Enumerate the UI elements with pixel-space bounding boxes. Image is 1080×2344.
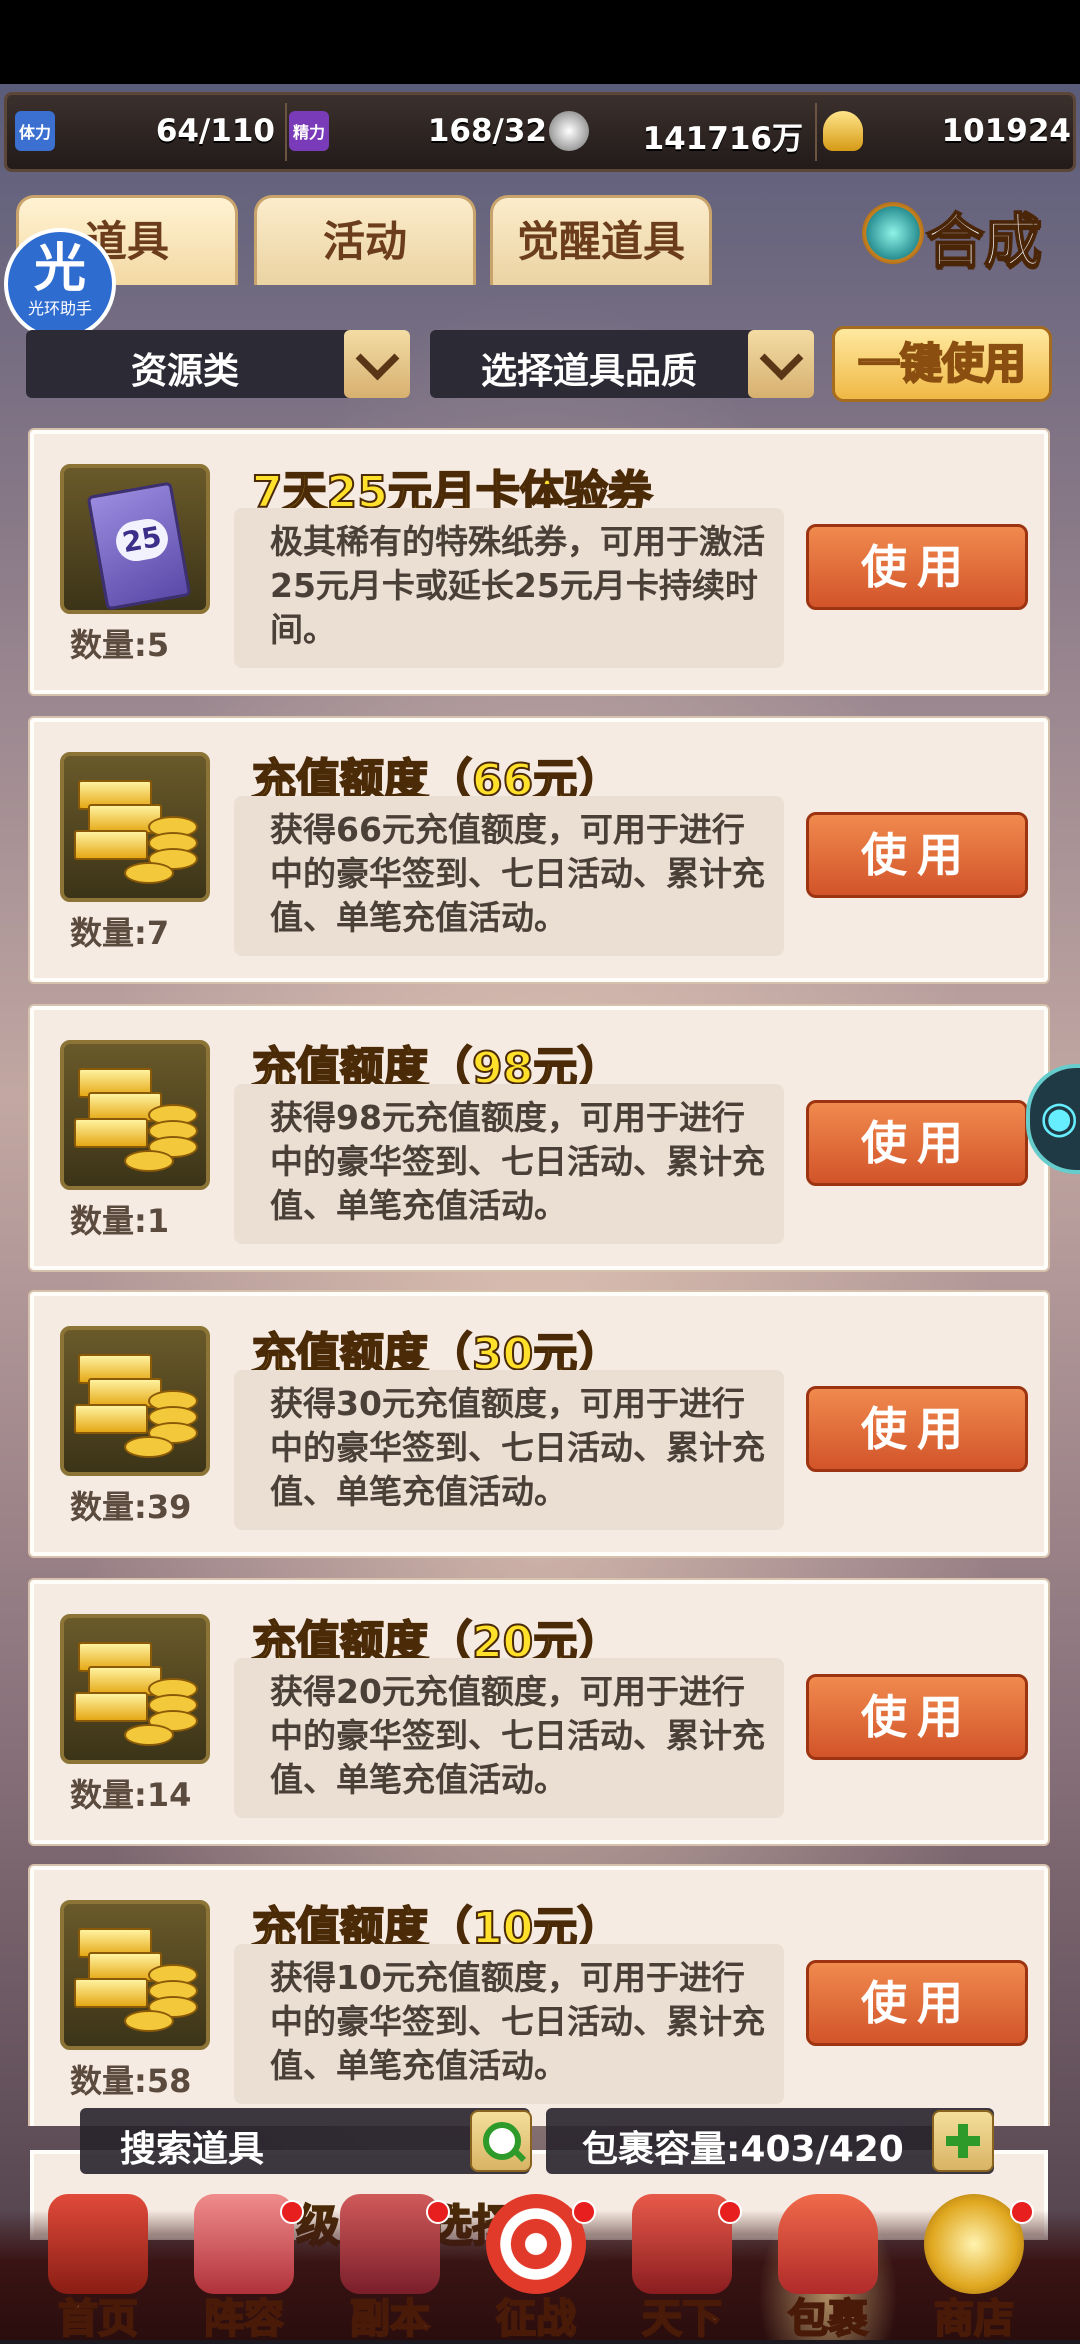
silver-coin-icon	[549, 111, 589, 151]
helper-char: 光	[33, 239, 86, 299]
item-quantity: 数量:1	[70, 1202, 170, 1240]
stamina-value: 64/110	[155, 113, 275, 149]
nav-label: 征战	[495, 2295, 577, 2343]
search-button[interactable]	[470, 2110, 532, 2172]
item-quantity: 数量:5	[70, 626, 170, 664]
item-description: 获得98元充值额度，可用于进行中的豪华签到、七日活动、累计充值、单笔充值活动。	[234, 1084, 784, 1244]
tab-awaken-items[interactable]: 觉醒道具	[490, 195, 712, 285]
helper-label: 光环助手	[27, 299, 92, 318]
nav-lineup[interactable]: 阵容	[174, 2194, 314, 2343]
nav-dungeon[interactable]: 副本	[320, 2194, 460, 2343]
nav-label: 包裹	[787, 2295, 869, 2343]
gold-bars-icon	[60, 752, 210, 902]
item-list[interactable]: 25 数量:5 7天25元月卡体验券 极其稀有的特殊纸券，可用于激活25元月卡或…	[0, 426, 1080, 2126]
item-description: 获得30元充值额度，可用于进行中的豪华签到、七日活动、累计充值、单笔充值活动。	[234, 1370, 784, 1530]
compose-label: 合成	[925, 206, 1043, 276]
stamina-icon: 体力	[15, 111, 55, 151]
nav-home[interactable]: 首页	[28, 2194, 168, 2343]
item-description: 获得20元充值额度，可用于进行中的豪华签到、七日活动、累计充值、单笔充值活动。	[234, 1658, 784, 1818]
resource-bar: 体力 64/110 精力 168/32 141716万 101924	[4, 92, 1076, 172]
search-input[interactable]: 搜索道具	[80, 2108, 530, 2174]
nav-shop[interactable]: 商店	[904, 2194, 1044, 2343]
category-dropdown[interactable]: 资源类	[26, 330, 410, 398]
quality-value: 选择道具品质	[480, 351, 697, 392]
energy-resource[interactable]: 精力 168/32	[289, 95, 547, 169]
gold-bars-icon	[60, 1040, 210, 1190]
use-button[interactable]: 使用	[806, 1960, 1028, 2046]
nav-label: 商店	[933, 2295, 1015, 2343]
target-icon	[486, 2194, 586, 2294]
list-item: 数量:58 充值额度（10元） 获得10元充值额度，可用于进行中的豪华签到、七日…	[30, 1866, 1048, 2126]
item-description: 获得66元充值额度，可用于进行中的豪华签到、七日活动、累计充值、单笔充值活动。	[234, 796, 784, 956]
compose-button[interactable]: 合成	[860, 190, 1060, 280]
coins-icon	[924, 2194, 1024, 2294]
assistant-icon: ◉	[1040, 1092, 1079, 1143]
nav-bag[interactable]: 包裹	[758, 2194, 898, 2343]
dungeon-icon	[340, 2194, 440, 2294]
chevron-down-icon	[748, 330, 814, 398]
status-bar	[0, 0, 1080, 84]
divider	[285, 103, 287, 161]
list-item: 数量:7 充值额度（66元） 获得66元充值额度，可用于进行中的豪华签到、七日活…	[30, 718, 1048, 982]
item-quantity: 数量:58	[70, 2062, 192, 2100]
item-quantity: 数量:7	[70, 914, 170, 952]
nav-world[interactable]: 天下	[612, 2194, 752, 2343]
card-ticket-icon: 25	[60, 464, 210, 614]
category-value: 资源类	[130, 351, 239, 392]
gold-ingot-icon	[823, 111, 863, 151]
gold-value: 101924	[941, 113, 1071, 149]
world-icon	[632, 2194, 732, 2294]
use-button[interactable]: 使用	[806, 1100, 1028, 1186]
nav-label: 阵容	[203, 2295, 285, 2343]
use-all-button[interactable]: 一键使用	[832, 326, 1052, 402]
list-item: 数量:14 充值额度（20元） 获得20元充值额度，可用于进行中的豪华签到、七日…	[30, 1580, 1048, 1844]
compose-gem-icon	[862, 202, 924, 264]
gold-bars-icon	[60, 1900, 210, 2050]
divider	[815, 103, 817, 161]
expand-capacity-button[interactable]	[932, 2110, 994, 2172]
lineup-icon	[194, 2194, 294, 2294]
list-item: 数量:1 充值额度（98元） 获得98元充值额度，可用于进行中的豪华签到、七日活…	[30, 1006, 1048, 1270]
nav-label: 天下	[641, 2295, 723, 2343]
search-placeholder: 搜索道具	[120, 2129, 265, 2170]
gold-bars-icon	[60, 1326, 210, 1476]
item-quantity: 数量:14	[70, 1776, 192, 1814]
list-item: 25 数量:5 7天25元月卡体验券 极其稀有的特殊纸券，可用于激活25元月卡或…	[30, 430, 1048, 694]
nav-label: 首页	[57, 2295, 139, 2343]
bag-capacity-text: 包裹容量:403/420	[582, 2129, 904, 2170]
notification-dot	[718, 2200, 742, 2224]
stamina-resource[interactable]: 体力 64/110	[15, 95, 275, 169]
energy-value: 168/32	[427, 113, 547, 149]
tab-activity[interactable]: 活动	[254, 195, 476, 285]
nav-label: 副本	[349, 2295, 431, 2343]
helper-badge[interactable]: 光 光环助手	[4, 228, 116, 340]
energy-icon: 精力	[289, 111, 329, 151]
use-button[interactable]: 使用	[806, 812, 1028, 898]
item-description: 极其稀有的特殊纸券，可用于激活25元月卡或延长25元月卡持续时间。	[234, 508, 784, 668]
home-icon	[48, 2194, 148, 2294]
chevron-down-icon	[344, 330, 410, 398]
notification-dot	[280, 2200, 304, 2224]
nav-campaign[interactable]: 征战	[466, 2194, 606, 2343]
silver-resource[interactable]: 141716万	[549, 95, 803, 169]
notification-dot	[426, 2200, 450, 2224]
silver-value: 141716万	[642, 121, 803, 157]
gold-resource[interactable]: 101924	[823, 95, 1071, 169]
bag-icon	[778, 2194, 878, 2294]
notification-dot	[1010, 2200, 1034, 2224]
bag-capacity: 包裹容量:403/420	[546, 2108, 994, 2174]
list-item: 数量:39 充值额度（30元） 获得30元充值额度，可用于进行中的豪华签到、七日…	[30, 1292, 1048, 1556]
use-button[interactable]: 使用	[806, 524, 1028, 610]
quality-dropdown[interactable]: 选择道具品质	[430, 330, 814, 398]
use-button[interactable]: 使用	[806, 1674, 1028, 1760]
gold-bars-icon	[60, 1614, 210, 1764]
item-description: 获得10元充值额度，可用于进行中的豪华签到、七日活动、累计充值、单笔充值活动。	[234, 1944, 784, 2104]
item-quantity: 数量:39	[70, 1488, 192, 1526]
use-button[interactable]: 使用	[806, 1386, 1028, 1472]
notification-dot	[572, 2200, 596, 2224]
